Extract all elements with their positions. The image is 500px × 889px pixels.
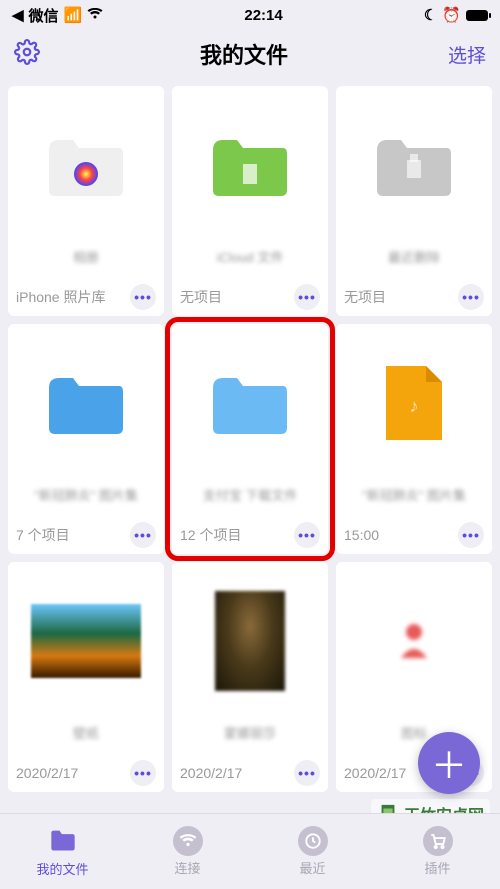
file-card[interactable]: "新冠肺炎" 图片集 7 个项目 ••• (8, 324, 164, 554)
file-card[interactable]: iCloud 文件 无项目 ••• (172, 86, 328, 316)
cart-icon (423, 826, 453, 856)
more-button[interactable]: ••• (130, 284, 156, 310)
moon-icon: ☾ (424, 6, 437, 24)
more-button[interactable]: ••• (294, 760, 320, 786)
card-label: 最近删除 (336, 244, 492, 278)
card-label: "新冠肺炎" 图片集 (8, 482, 164, 516)
thumb-red-icon (336, 562, 492, 720)
card-info: 无项目 (180, 287, 222, 307)
status-right: ☾ ⏰ (424, 6, 488, 24)
status-left: ◀ 微信 📶 (12, 5, 103, 26)
card-info: 2020/2/17 (344, 765, 406, 781)
card-info: 12 个项目 (180, 525, 241, 545)
file-card[interactable]: 最近删除 无项目 ••• (336, 86, 492, 316)
card-label: iCloud 文件 (172, 244, 328, 278)
clock: 22:14 (244, 7, 282, 24)
wifi-icon (173, 826, 203, 856)
tab-plugins[interactable]: 插件 (375, 814, 500, 889)
thumb-blue-folder (8, 324, 164, 482)
file-card[interactable]: 蒙娜丽莎 2020/2/17 ••• (172, 562, 328, 792)
card-info: iPhone 照片库 (16, 287, 105, 307)
signal-icon: 📶 (64, 6, 83, 24)
clock-icon (298, 826, 328, 856)
card-info: 2020/2/17 (16, 765, 78, 781)
card-label: 相册 (8, 244, 164, 278)
tab-label: 连接 (174, 858, 200, 877)
more-button[interactable]: ••• (458, 284, 484, 310)
alarm-icon: ⏰ (442, 6, 461, 24)
card-info: 无项目 (344, 287, 386, 307)
tab-bar: 我的文件 连接 最近 插件 (0, 813, 500, 889)
back-square-icon: ◀ (12, 6, 24, 24)
thumb-image (8, 562, 164, 720)
file-card[interactable]: ♪ "新冠肺炎" 图片集 15:00 ••• (336, 324, 492, 554)
thumb-green-folder (172, 86, 328, 244)
thumb-orange-file: ♪ (336, 324, 492, 482)
tab-connect[interactable]: 连接 (125, 814, 250, 889)
tab-label: 插件 (424, 858, 450, 877)
wifi-icon (87, 7, 103, 24)
thumb-photo-library (8, 86, 164, 244)
svg-text:♪: ♪ (410, 396, 419, 416)
more-button[interactable]: ••• (294, 522, 320, 548)
more-button[interactable]: ••• (130, 522, 156, 548)
tab-my-files[interactable]: 我的文件 (0, 814, 125, 889)
nav-header: 我的文件 选择 (0, 30, 500, 78)
carrier-label: 微信 (29, 5, 59, 26)
card-info: 7 个项目 (16, 525, 70, 545)
card-info: 15:00 (344, 527, 379, 543)
tab-label: 最近 (299, 858, 325, 877)
card-label: 壁纸 (8, 720, 164, 754)
page-title: 我的文件 (200, 38, 288, 70)
thumb-blue-folder (172, 324, 328, 482)
file-card-highlighted[interactable]: 支付宝 下载文件 12 个项目 ••• (172, 324, 328, 554)
tab-recent[interactable]: 最近 (250, 814, 375, 889)
card-label: "新冠肺炎" 图片集 (336, 482, 492, 516)
status-bar: ◀ 微信 📶 22:14 ☾ ⏰ (0, 0, 500, 30)
folder-icon (49, 826, 77, 857)
file-card[interactable]: 壁纸 2020/2/17 ••• (8, 562, 164, 792)
more-button[interactable]: ••• (458, 522, 484, 548)
settings-button[interactable] (14, 39, 40, 70)
card-label: 蒙娜丽莎 (172, 720, 328, 754)
card-label: 支付宝 下载文件 (172, 482, 328, 516)
tab-label: 我的文件 (36, 859, 88, 878)
battery-icon (466, 10, 488, 21)
thumb-gray-folder (336, 86, 492, 244)
select-button[interactable]: 选择 (448, 41, 486, 68)
thumb-image (172, 562, 328, 720)
file-card[interactable]: 相册 iPhone 照片库 ••• (8, 86, 164, 316)
add-fab[interactable]: ＋ (418, 732, 480, 794)
more-button[interactable]: ••• (294, 284, 320, 310)
more-button[interactable]: ••• (130, 760, 156, 786)
card-info: 2020/2/17 (180, 765, 242, 781)
file-grid: 相册 iPhone 照片库 ••• iCloud 文件 无项目 ••• (0, 78, 500, 800)
